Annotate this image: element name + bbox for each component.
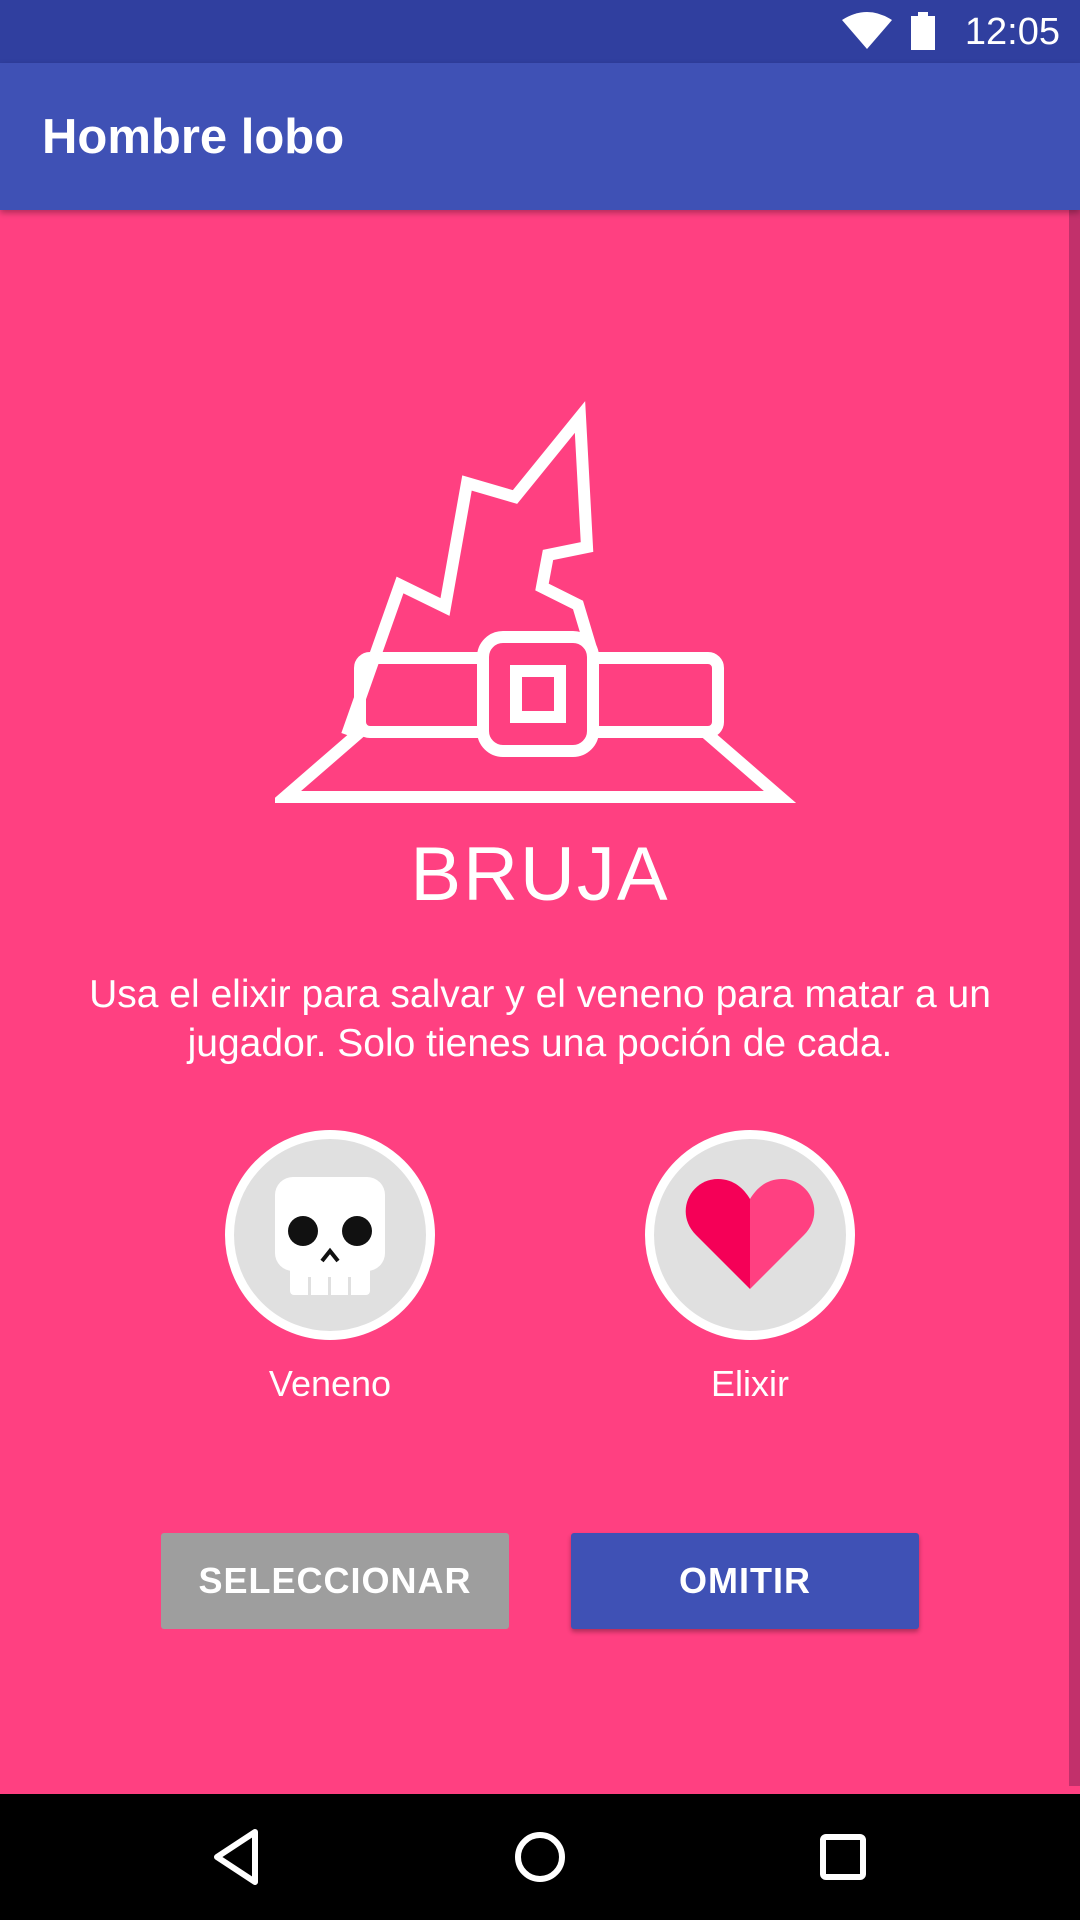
recents-icon[interactable] (810, 1824, 876, 1890)
skull-icon (275, 1177, 385, 1295)
role-name: BRUJA (410, 832, 670, 917)
potion-veneno[interactable]: Veneno (225, 1130, 435, 1406)
elixir-button[interactable] (645, 1130, 855, 1340)
status-time: 12:05 (964, 11, 1060, 53)
role-description: Usa el elixir para salvar y el veneno pa… (89, 973, 991, 1065)
navigation-bar (0, 1794, 1080, 1920)
home-icon[interactable] (507, 1824, 573, 1890)
wifi-icon (842, 12, 892, 49)
back-icon[interactable] (205, 1824, 271, 1890)
heart-icon (685, 1179, 815, 1289)
veneno-button[interactable] (225, 1130, 435, 1340)
skip-button[interactable]: OMITIR (571, 1533, 919, 1629)
app-title: Hombre lobo (42, 110, 345, 164)
select-button[interactable]: SELECCIONAR (161, 1533, 509, 1629)
status-bar: 12:05 (0, 0, 1080, 63)
elixir-label: Elixir (711, 1363, 789, 1404)
battery-icon (911, 12, 935, 50)
app-bar: Hombre lobo (0, 63, 1080, 210)
potion-elixir[interactable]: Elixir (645, 1130, 855, 1406)
scrollbar[interactable] (1069, 210, 1080, 1786)
veneno-label: Veneno (268, 1363, 392, 1404)
role-screen[interactable]: BRUJA Usa el elixir para salvar y el ven… (0, 210, 1080, 1794)
